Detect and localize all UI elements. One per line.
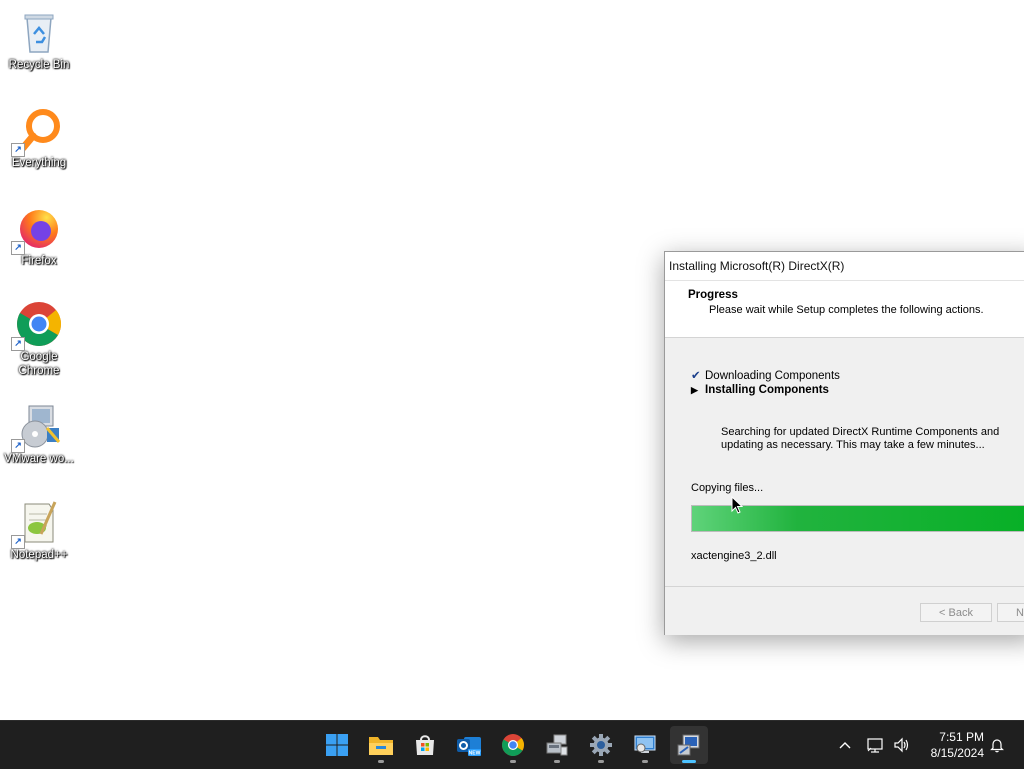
tray-overflow-button[interactable] [834, 721, 856, 769]
clock-time: 7:51 PM [939, 730, 984, 744]
shortcut-arrow-icon: ↗ [11, 337, 25, 351]
running-indicator [598, 760, 604, 763]
back-button[interactable]: < Back [920, 603, 992, 622]
start-windows-icon [326, 734, 348, 756]
desktop-icon-label: VMware wo... [4, 453, 74, 465]
taskbar-outlook-new[interactable]: NEW [450, 726, 488, 764]
chrome-icon: ↗ [11, 300, 63, 351]
running-indicator [682, 760, 696, 763]
dialog-description: Searching for updated DirectX Runtime Co… [721, 426, 1000, 451]
desktop-icon-label: Google Chrome [18, 351, 60, 377]
step-label: Installing Components [705, 384, 829, 396]
shortcut-arrow-icon: ↗ [11, 241, 25, 255]
running-indicator [378, 760, 384, 763]
running-indicator [554, 760, 560, 763]
desktop-icon-label: Firefox [21, 255, 57, 267]
shortcut-arrow-icon: ↗ [11, 439, 25, 453]
settings-gear-icon [590, 734, 612, 756]
running-indicator [642, 760, 648, 763]
taskbar-remote-desktop[interactable] [626, 726, 664, 764]
shortcut-arrow-icon: ↗ [11, 535, 25, 549]
status-text: Copying files... [691, 482, 764, 494]
taskbar: NEW 7:51 PM 8/15/2024 [0, 720, 1024, 769]
step-downloading-components: ✔ Downloading Components [691, 368, 840, 382]
tray-network-button[interactable] [864, 721, 888, 769]
checkmark-icon: ✔ [691, 370, 701, 382]
dialog-header: Progress Please wait while Setup complet… [665, 281, 1024, 338]
dialog-header-title: Progress [688, 289, 738, 301]
desktop-icon-label: Notepad++ [10, 549, 68, 561]
chevron-up-icon [839, 742, 851, 749]
remote-desktop-icon [634, 735, 656, 753]
taskbar-settings[interactable] [582, 726, 620, 764]
chrome-icon [502, 734, 524, 756]
desktop-icon-google-chrome[interactable]: ↗ Google Chrome [4, 300, 74, 378]
mouse-cursor-icon [731, 496, 743, 514]
taskbar-file-explorer[interactable] [362, 726, 400, 764]
next-button[interactable]: Next > [997, 603, 1024, 622]
current-file: xactengine3_2.dll [691, 550, 777, 562]
dialog-header-subtitle: Please wait while Setup completes the fo… [709, 304, 984, 316]
device-manager-icon [546, 734, 568, 756]
firefox-icon: ↗ [11, 204, 63, 255]
directx-setup-dialog: Installing Microsoft(R) DirectX(R) Progr… [664, 251, 1024, 635]
step-installing-components: ▶ Installing Components [691, 384, 829, 396]
speaker-volume-icon [894, 737, 909, 753]
notepad-plus-plus-icon: ↗ [11, 498, 63, 549]
dialog-footer: < Back Next > [665, 586, 1024, 635]
dialog-title[interactable]: Installing Microsoft(R) DirectX(R) [665, 252, 1024, 281]
taskbar-directx-setup[interactable] [670, 726, 708, 764]
step-label: Downloading Components [705, 370, 840, 382]
directx-setup-icon [677, 734, 700, 756]
microsoft-store-icon [416, 735, 434, 755]
taskbar-device-manager[interactable] [538, 726, 576, 764]
taskbar-microsoft-store[interactable] [406, 726, 444, 764]
start-button[interactable] [318, 726, 356, 764]
desktop-icon-firefox[interactable]: ↗ Firefox [4, 204, 74, 268]
running-indicator [510, 760, 516, 763]
desktop-icon-everything[interactable]: ↗ Everything [4, 106, 74, 170]
everything-search-icon: ↗ [11, 106, 63, 157]
file-explorer-icon [369, 737, 393, 755]
network-ethernet-icon [867, 738, 883, 753]
svg-text:NEW: NEW [469, 751, 481, 757]
shortcut-arrow-icon: ↗ [11, 143, 25, 157]
arrow-right-icon: ▶ [691, 385, 698, 395]
desktop-icon-recycle-bin[interactable]: Recycle Bin [4, 8, 74, 72]
desktop-icon-vmware[interactable]: ↗ VMware wo... [4, 402, 74, 466]
dialog-body: ✔ Downloading Components ▶ Installing Comp… [665, 338, 1024, 582]
clock-date: 8/15/2024 [930, 746, 984, 760]
desktop-icon-label: Recycle Bin [8, 59, 70, 71]
notifications-button[interactable] [986, 721, 1008, 769]
recycle-bin-icon [15, 8, 63, 56]
taskbar-chrome[interactable] [494, 726, 532, 764]
desktop-icon-notepad-plus-plus[interactable]: ↗ Notepad++ [4, 498, 74, 562]
bell-icon [990, 739, 1004, 753]
outlook-new-icon: NEW [457, 737, 481, 757]
tray-volume-button[interactable] [890, 721, 914, 769]
taskbar-clock[interactable]: 7:51 PM 8/15/2024 [922, 729, 984, 761]
desktop-icon-label: Everything [11, 157, 67, 169]
vmware-workstation-icon: ↗ [11, 402, 63, 453]
